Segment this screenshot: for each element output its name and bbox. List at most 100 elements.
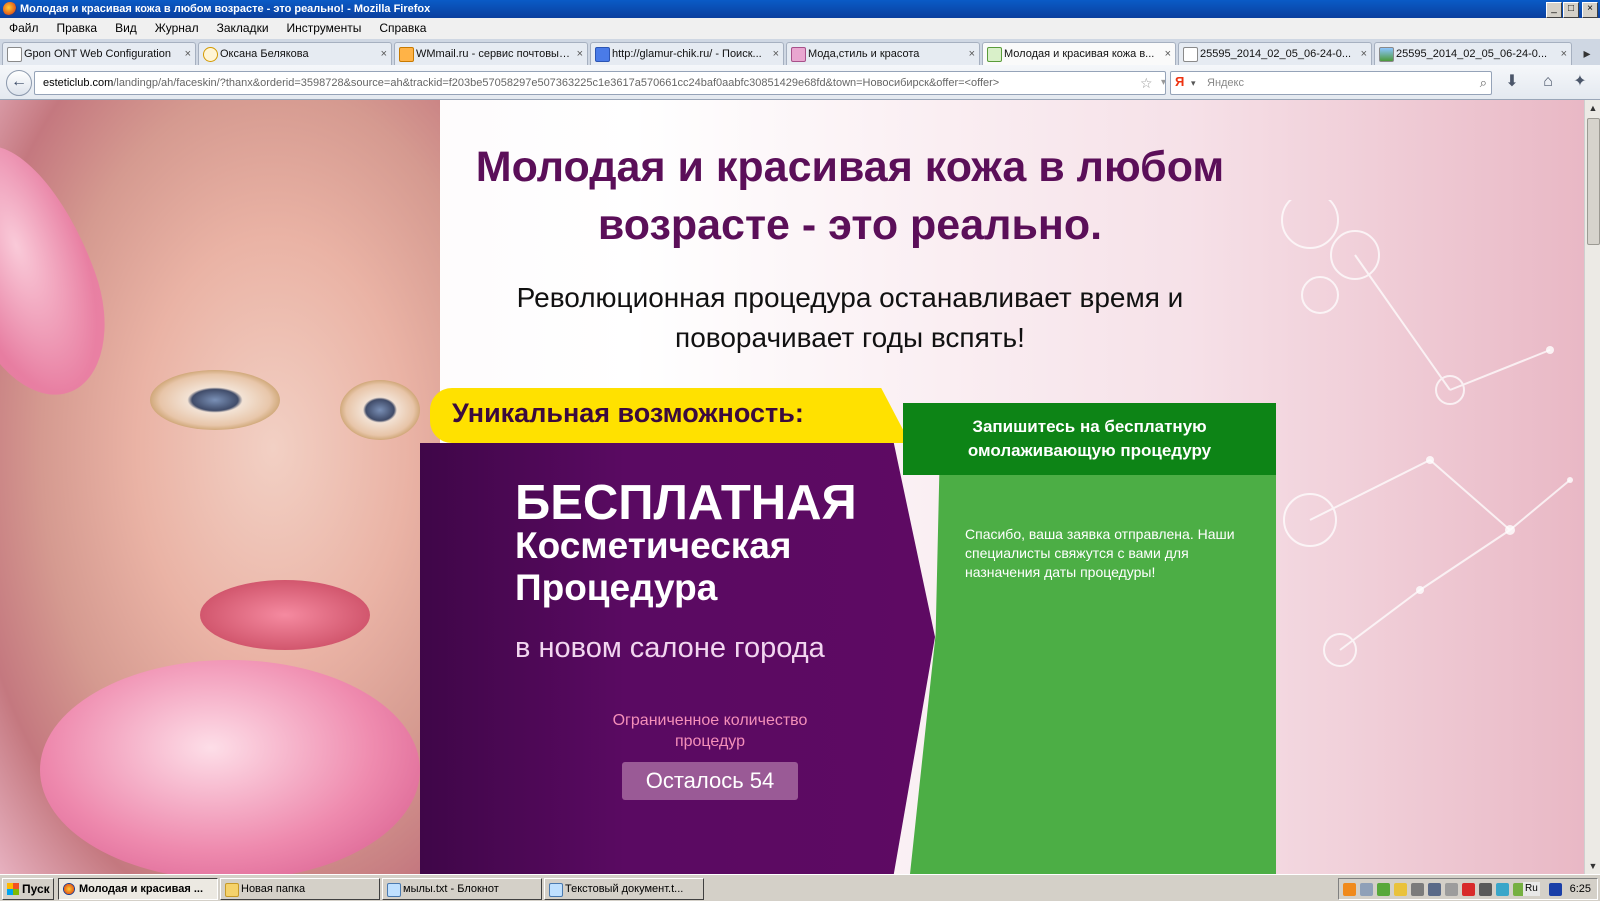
tab-file-1[interactable]: 25595_2014_02_05_06-24-0... × xyxy=(1178,42,1372,65)
tab-label: Gpon ONT Web Configuration xyxy=(24,48,171,60)
bookmark-star-icon[interactable]: ☆ xyxy=(1140,72,1153,94)
download-icon[interactable]: ⬇ xyxy=(1502,72,1522,92)
tray-app-icon[interactable] xyxy=(1462,883,1475,896)
tab-close-icon[interactable]: × xyxy=(381,43,387,65)
tab-label: Оксана Белякова xyxy=(220,48,309,60)
menu-history[interactable]: Журнал xyxy=(146,18,208,38)
start-button[interactable]: Пуск xyxy=(2,878,54,900)
home-icon[interactable]: ⌂ xyxy=(1538,72,1558,92)
menu-file[interactable]: Файл xyxy=(0,18,48,38)
back-button[interactable]: ← xyxy=(6,70,32,96)
tray-app-icon[interactable] xyxy=(1479,883,1492,896)
close-button[interactable]: × xyxy=(1582,2,1598,18)
firefox-icon xyxy=(63,883,75,895)
minimize-button[interactable]: _ xyxy=(1546,2,1562,18)
page-headline: Молодая и красивая кожа в любом возрасте… xyxy=(475,143,1225,249)
tab-google[interactable]: http://glamur-chik.ru/ - Поиск... × xyxy=(590,42,784,65)
form-title: Запишитесь на бесплатную омолаживающую п… xyxy=(967,417,1212,460)
tray-app-icon[interactable] xyxy=(1411,883,1424,896)
search-icon[interactable]: ⌕ xyxy=(1480,72,1487,94)
tab-file-2[interactable]: 25595_2014_02_05_06-24-0... × xyxy=(1374,42,1572,65)
clock[interactable]: 6:25 xyxy=(1570,879,1591,899)
google-icon xyxy=(595,47,610,62)
tab-label: Молодая и красивая кожа в... xyxy=(1004,48,1155,60)
free-label: БЕСПЛАТНАЯ xyxy=(515,476,857,530)
tab-mail[interactable]: Оксана Белякова × xyxy=(198,42,392,65)
thank-you-message: Спасибо, ваша заявка отправлена. Наши сп… xyxy=(965,526,1235,580)
tab-close-icon[interactable]: × xyxy=(969,43,975,65)
remaining-counter: Осталось 54 xyxy=(622,762,798,800)
tray-app-icon[interactable] xyxy=(1377,883,1390,896)
window-title: Молодая и красивая кожа в любом возрасте… xyxy=(20,3,431,15)
tab-label: 25595_2014_02_05_06-24-0... xyxy=(1396,48,1548,60)
flower-decoration xyxy=(40,660,420,874)
menu-bookmarks[interactable]: Закладки xyxy=(208,18,278,38)
mail-icon xyxy=(203,47,218,62)
language-indicator[interactable]: Ru xyxy=(1523,882,1540,896)
tab-skin-active[interactable]: Молодая и красивая кожа в... × xyxy=(982,42,1176,66)
url-dropdown-icon[interactable]: ▾ xyxy=(1161,72,1165,94)
page-scrollbar[interactable]: ▲ ▼ xyxy=(1584,100,1600,874)
search-input[interactable]: Яндекс xyxy=(1207,72,1244,94)
tray-app-icon[interactable] xyxy=(1428,883,1441,896)
tab-close-icon[interactable]: × xyxy=(773,43,779,65)
addons-icon[interactable]: ✦ xyxy=(1570,72,1590,92)
url-domain: esteticlub.com xyxy=(43,77,114,89)
page-content: Молодая и красивая кожа в любом возрасте… xyxy=(0,100,1584,874)
search-bar[interactable]: Я ▾ Яндекс ⌕ xyxy=(1170,71,1492,95)
tab-fashion[interactable]: Мода,стиль и красота × xyxy=(786,42,980,65)
scroll-down-icon[interactable]: ▼ xyxy=(1585,858,1600,874)
menu-edit[interactable]: Правка xyxy=(48,18,107,38)
taskbar: Пуск Молодая и красивая ... Новая папка … xyxy=(0,874,1600,901)
task-folder[interactable]: Новая папка xyxy=(220,878,380,900)
yandex-icon[interactable]: Я xyxy=(1175,75,1189,89)
task-label: мылы.txt - Блокнот xyxy=(403,883,499,895)
eye-decoration xyxy=(150,370,280,430)
task-notepad-2[interactable]: Текстовый документ.t... xyxy=(544,878,704,900)
search-engine-dropdown-icon[interactable]: ▾ xyxy=(1191,72,1196,94)
scroll-thumb[interactable] xyxy=(1587,118,1600,245)
tray-app-icon[interactable] xyxy=(1394,883,1407,896)
menu-help[interactable]: Справка xyxy=(370,18,435,38)
menu-bar: Файл Правка Вид Журнал Закладки Инструменты Сп… xyxy=(0,18,1600,40)
system-tray: Ru 6:25 xyxy=(1338,878,1598,900)
tray-app-icon[interactable] xyxy=(1445,883,1458,896)
task-label: Молодая и красивая ... xyxy=(79,883,204,895)
tab-label: http://glamur-chik.ru/ - Поиск... xyxy=(612,48,762,60)
lips-decoration xyxy=(200,580,370,650)
tab-wmmail[interactable]: WMmail.ru - сервис почтовых... × xyxy=(394,42,588,65)
flower-decoration xyxy=(0,125,131,415)
tab-close-icon[interactable]: × xyxy=(185,43,191,65)
tab-scroll-right-icon[interactable]: ▸ xyxy=(1576,43,1598,63)
menu-tools[interactable]: Инструменты xyxy=(278,18,371,38)
form-header: Запишитесь на бесплатную омолаживающую п… xyxy=(903,403,1276,475)
tab-gpon[interactable]: Gpon ONT Web Configuration × xyxy=(2,42,196,65)
tab-label: 25595_2014_02_05_06-24-0... xyxy=(1200,48,1352,60)
task-firefox[interactable]: Молодая и красивая ... xyxy=(58,878,218,900)
tray-app-icon[interactable] xyxy=(1360,883,1373,896)
tray-app-icon[interactable] xyxy=(1496,883,1509,896)
task-notepad-1[interactable]: мылы.txt - Блокнот xyxy=(382,878,542,900)
eye-decoration xyxy=(340,380,420,440)
tray-app-icon[interactable] xyxy=(1549,883,1562,896)
url-path: /landingp/ah/faceskin/?thanx&orderid=359… xyxy=(113,77,1000,89)
tab-close-icon[interactable]: × xyxy=(1361,43,1367,65)
title-bar: Молодая и красивая кожа в любом возрасте… xyxy=(0,0,1600,18)
tab-bar: Gpon ONT Web Configuration × Оксана Беля… xyxy=(0,39,1600,66)
scroll-up-icon[interactable]: ▲ xyxy=(1585,100,1600,116)
menu-view[interactable]: Вид xyxy=(106,18,146,38)
task-label: Текстовый документ.t... xyxy=(565,883,684,895)
task-label: Новая папка xyxy=(241,883,306,895)
page-icon xyxy=(7,47,22,62)
start-label: Пуск xyxy=(22,882,50,896)
leaf-icon xyxy=(987,47,1002,62)
tray-app-icon[interactable] xyxy=(1343,883,1356,896)
tab-close-icon[interactable]: × xyxy=(1561,43,1567,65)
url-bar[interactable]: esteticlub.com/landingp/ah/faceskin/?tha… xyxy=(34,71,1166,95)
tab-close-icon[interactable]: × xyxy=(1165,43,1171,65)
tab-close-icon[interactable]: × xyxy=(577,43,583,65)
maximize-button[interactable]: □ xyxy=(1563,2,1579,18)
notepad-icon xyxy=(549,883,563,897)
fashion-icon xyxy=(791,47,806,62)
tab-label: WMmail.ru - сервис почтовых... xyxy=(416,48,571,60)
